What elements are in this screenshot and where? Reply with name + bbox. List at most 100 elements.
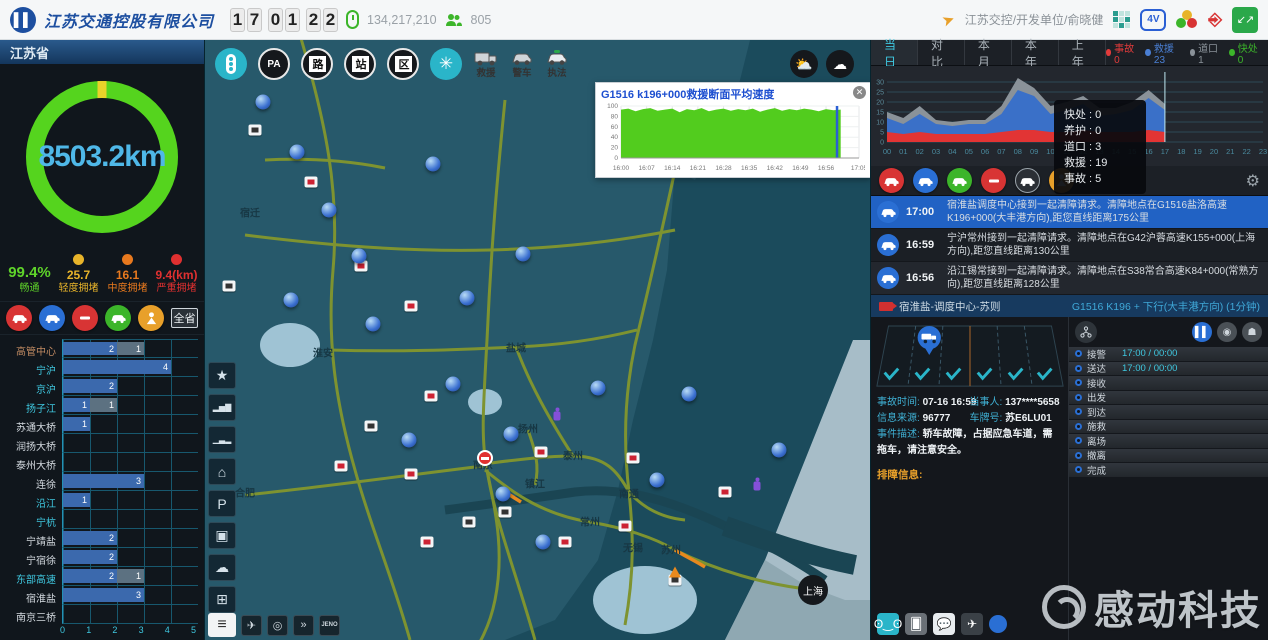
event-marker[interactable] xyxy=(256,95,271,110)
fullscreen-icon[interactable]: ↙↗ xyxy=(1232,7,1258,33)
forward-tool-icon[interactable]: » xyxy=(293,615,314,636)
rescue-vehicle-tool[interactable]: 救援 xyxy=(473,50,499,78)
event-row[interactable]: 16:59宁沪常州接到一起清障请求。清障地点在G42沪蓉高速K155+000(上… xyxy=(871,229,1268,262)
pedestrian-icon[interactable] xyxy=(553,408,562,421)
poi-marker[interactable] xyxy=(719,487,732,498)
camera-tool[interactable]: PA xyxy=(258,48,290,80)
road-label[interactable]: G1516 K196 + 下行(大丰港方向) (1分钟) xyxy=(1072,299,1260,314)
menu-icon[interactable]: ≡ xyxy=(208,613,236,637)
timeline-step[interactable]: 完成 xyxy=(1069,463,1268,478)
road-closed-icon[interactable] xyxy=(477,450,493,466)
settings-tool[interactable]: ✳ xyxy=(430,48,462,80)
poi-marker[interactable] xyxy=(425,391,438,402)
event-marker[interactable] xyxy=(322,203,337,218)
cloud-icon[interactable]: ☁ xyxy=(826,50,854,78)
event-marker[interactable] xyxy=(650,473,665,488)
event-marker[interactable] xyxy=(446,377,461,392)
jeno-logo-icon[interactable]: JENO xyxy=(319,615,340,636)
tab-本年[interactable]: 本年 xyxy=(1012,40,1059,65)
zone-sign-tool[interactable]: 区 xyxy=(387,48,419,80)
4v-badge-icon[interactable]: 4V xyxy=(1140,9,1166,31)
company-badge-icon[interactable]: ▌▌ xyxy=(1192,322,1212,342)
poi-marker[interactable] xyxy=(305,177,318,188)
smooth-filter-icon[interactable] xyxy=(105,305,131,331)
user-breadcrumb[interactable]: 江苏交控/开发单位/俞晓健 xyxy=(965,11,1104,28)
all-province-button[interactable]: 全省 xyxy=(171,308,198,328)
rescue-filter-icon[interactable] xyxy=(39,305,65,331)
timeline-step[interactable]: 施救 xyxy=(1069,420,1268,435)
columnchart-tool-icon[interactable]: ▁▃▂ xyxy=(208,426,236,453)
logout-icon[interactable]: ⎆ xyxy=(1208,10,1222,30)
poi-marker[interactable] xyxy=(421,537,434,548)
construction-filter-icon[interactable] xyxy=(138,305,164,331)
event-marker[interactable] xyxy=(496,487,511,502)
province-title[interactable]: 江苏省 xyxy=(0,40,204,64)
poi-marker[interactable] xyxy=(335,461,348,472)
shanghai-badge[interactable]: 上海 xyxy=(798,575,828,605)
event-marker[interactable] xyxy=(536,535,551,550)
tab-对比[interactable]: 对比 xyxy=(918,40,965,65)
closure-filter-icon[interactable] xyxy=(981,168,1006,193)
close-icon[interactable]: ✕ xyxy=(853,86,866,99)
dome-camera-icon[interactable]: ◉ xyxy=(1217,322,1237,342)
accident-filter-icon[interactable] xyxy=(6,305,32,331)
guard-icon[interactable]: ☗ xyxy=(1242,322,1262,342)
poi-marker[interactable] xyxy=(559,537,572,548)
plane-tool-icon[interactable]: ✈ xyxy=(241,615,262,636)
timeline-step[interactable]: 离场 xyxy=(1069,434,1268,449)
poi-marker[interactable] xyxy=(463,517,476,528)
tab-上年[interactable]: 上年 xyxy=(1059,40,1106,65)
event-marker[interactable] xyxy=(772,443,787,458)
robot-chat-icon[interactable]: ʘ‿ʘ xyxy=(877,613,899,635)
legend-item[interactable]: 事故 0 xyxy=(1106,40,1137,66)
message-icon[interactable]: ➤ xyxy=(939,9,957,30)
cloud-tool-icon[interactable]: ☁ xyxy=(208,554,236,581)
parking-tool-icon[interactable]: P xyxy=(208,490,236,517)
closure-filter-icon[interactable] xyxy=(72,305,98,331)
poi-marker[interactable] xyxy=(405,301,418,312)
timeline-step[interactable]: 送达17:00 / 00:00 xyxy=(1069,362,1268,377)
theme-dots-icon[interactable] xyxy=(1176,10,1198,30)
speed-popup[interactable]: G1516 k196+000救援断面平均速度 ✕ 02040608010016:… xyxy=(595,82,870,178)
event-marker[interactable] xyxy=(682,387,697,402)
tab-当日[interactable]: 当日 xyxy=(871,40,918,65)
station-sign-tool[interactable]: 站 xyxy=(344,48,376,80)
apps-grid-icon[interactable] xyxy=(1113,11,1130,28)
voice-icon[interactable]: 🂠 xyxy=(905,613,927,635)
timeline-step[interactable]: 到达 xyxy=(1069,405,1268,420)
gear-icon[interactable]: ⚙ xyxy=(1246,171,1260,191)
legend-item[interactable]: 道口 1 xyxy=(1190,40,1221,66)
enforcement-vehicle-tool[interactable]: 执法 xyxy=(545,50,569,78)
timeline-step[interactable]: 出发 xyxy=(1069,391,1268,406)
event-row[interactable]: 16:56沿江锡常接到一起清障请求。清障地点在S38常合高速K84+000(常熟… xyxy=(871,262,1268,295)
event-marker[interactable] xyxy=(460,291,475,306)
home-tool-icon[interactable]: ⌂ xyxy=(208,458,236,485)
notify-icon[interactable] xyxy=(989,615,1007,633)
construction-icon[interactable] xyxy=(669,567,681,578)
timeline-step[interactable]: 接收 xyxy=(1069,376,1268,391)
road-sign-tool[interactable]: 路 xyxy=(301,48,333,80)
poi-marker[interactable] xyxy=(249,125,262,136)
province-map[interactable]: 宿迁淮安盐城扬州泰州南京镇江南通常州无锡苏州合肥 PA 路 站 区 ✳ 救援 警… xyxy=(205,40,870,640)
grid-add-tool-icon[interactable]: ⊞ xyxy=(208,586,236,613)
congestion-filter-icon[interactable] xyxy=(1015,168,1040,193)
event-marker[interactable] xyxy=(591,381,606,396)
smooth-filter-icon[interactable] xyxy=(947,168,972,193)
weather-icon[interactable]: ⛅ xyxy=(790,50,818,78)
event-row[interactable]: 17:00宿淮盐调度中心接到一起清障请求。清障地点在G1516盐洛高速K196+… xyxy=(871,196,1268,229)
poi-marker[interactable] xyxy=(627,453,640,464)
poi-marker[interactable] xyxy=(223,281,236,292)
layers-tool-icon[interactable]: ▣ xyxy=(208,522,236,549)
camera-label[interactable]: 宿淮盐-调度中心-苏则 xyxy=(899,299,1001,314)
legend-item[interactable]: 救援 23 xyxy=(1145,40,1180,66)
poi-marker[interactable] xyxy=(365,421,378,432)
traffic-light-tool[interactable] xyxy=(215,48,247,80)
police-vehicle-tool[interactable]: 警车 xyxy=(510,50,534,78)
event-marker[interactable] xyxy=(402,433,417,448)
event-marker[interactable] xyxy=(516,247,531,262)
org-chart-icon[interactable] xyxy=(1075,321,1097,343)
event-marker[interactable] xyxy=(426,157,441,172)
chat-bubble-icon[interactable]: 💬 xyxy=(933,613,955,635)
pedestrian-icon[interactable] xyxy=(753,478,762,491)
poi-marker[interactable] xyxy=(619,521,632,532)
